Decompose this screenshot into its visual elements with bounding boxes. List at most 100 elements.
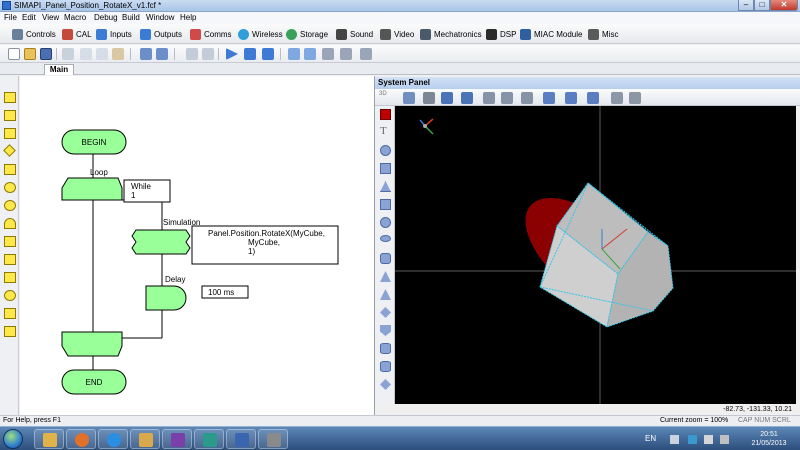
side-view-icon[interactable] <box>565 92 577 104</box>
stop-icon[interactable] <box>262 48 274 60</box>
menu-macro[interactable]: Macro <box>64 13 86 22</box>
volume-icon[interactable] <box>720 435 729 444</box>
macro-call-icon[interactable] <box>4 236 16 247</box>
flowchart-canvas[interactable]: BEGIN Loop While 1 Simulation Panel.Posi… <box>20 76 374 415</box>
print-icon[interactable] <box>62 48 74 60</box>
new-file-icon[interactable] <box>8 48 20 60</box>
zoom-region-icon[interactable] <box>461 92 473 104</box>
taskbar-flowcode[interactable] <box>226 429 256 449</box>
chip-icon[interactable] <box>202 48 214 60</box>
decision-icon[interactable] <box>3 144 16 157</box>
add-icon[interactable] <box>403 92 415 104</box>
settings-icon[interactable] <box>611 92 623 104</box>
redo-icon[interactable] <box>156 48 168 60</box>
clock[interactable]: 20:51 21/05/2013 <box>745 430 793 448</box>
select-icon[interactable] <box>441 92 453 104</box>
comms-button[interactable]: Comms <box>190 27 232 41</box>
simulation-icon[interactable] <box>4 272 16 283</box>
square-icon[interactable] <box>380 163 391 174</box>
color-swatch[interactable] <box>380 109 391 120</box>
controls-button[interactable]: Controls <box>12 27 56 41</box>
mechatronics-button[interactable]: Mechatronics <box>420 27 482 41</box>
c-code-icon[interactable] <box>4 308 16 319</box>
maximize-button[interactable]: □ <box>754 0 770 11</box>
language-indicator[interactable]: EN <box>645 434 656 443</box>
connection-icon[interactable] <box>4 200 16 211</box>
tab-main[interactable]: Main <box>44 64 74 75</box>
text-tool-icon[interactable]: T <box>380 125 387 137</box>
simulation-block[interactable] <box>131 229 191 255</box>
diamond-icon[interactable] <box>380 307 391 318</box>
taskbar-chart-app[interactable] <box>258 429 288 449</box>
close-button[interactable]: ✕ <box>770 0 798 11</box>
taskbar-firefox[interactable] <box>66 429 96 449</box>
cube-view-icon[interactable] <box>587 92 599 104</box>
disc-icon[interactable] <box>380 235 391 242</box>
cube-icon[interactable] <box>380 199 391 210</box>
circle-icon[interactable] <box>380 145 391 156</box>
minimize-button[interactable]: – <box>738 0 754 11</box>
taskbar-app[interactable] <box>162 429 192 449</box>
menu-file[interactable]: File <box>4 13 17 22</box>
copy-icon[interactable] <box>96 48 108 60</box>
menu-window[interactable]: Window <box>146 13 174 22</box>
loop-end-block[interactable] <box>61 331 123 357</box>
wireless-button[interactable]: Wireless <box>238 27 283 41</box>
run-icon[interactable] <box>226 48 238 60</box>
taskbar-file-manager[interactable] <box>130 429 160 449</box>
step-out-icon[interactable] <box>322 48 334 60</box>
flag-icon[interactable] <box>704 435 713 444</box>
misc-button[interactable]: Misc <box>588 27 618 41</box>
loop-start-block[interactable] <box>61 177 123 201</box>
taskbar-internet-explorer[interactable] <box>98 429 128 449</box>
breakpoint-icon[interactable] <box>340 48 352 60</box>
cal-button[interactable]: CAL <box>62 27 92 41</box>
undo-icon[interactable] <box>140 48 152 60</box>
inputs-button[interactable]: Inputs <box>96 27 132 41</box>
octahedron-icon[interactable] <box>380 379 391 390</box>
outputs-button[interactable]: Outputs <box>140 27 182 41</box>
taskbar-publisher[interactable] <box>194 429 224 449</box>
sphere-icon[interactable] <box>380 217 391 228</box>
storage-button[interactable]: Storage <box>286 27 328 41</box>
menu-edit[interactable]: Edit <box>22 13 36 22</box>
menu-build[interactable]: Build <box>122 13 140 22</box>
sound-button[interactable]: Sound <box>336 27 373 41</box>
cut-icon[interactable] <box>80 48 92 60</box>
delay-icon[interactable] <box>4 128 16 139</box>
delay-block[interactable] <box>145 285 187 311</box>
component-macro-icon[interactable] <box>4 254 16 265</box>
menu-help[interactable]: Help <box>180 13 196 22</box>
triangle-icon[interactable] <box>380 181 391 192</box>
comment-icon[interactable] <box>4 326 16 337</box>
interrupt-icon[interactable] <box>4 290 16 301</box>
open-folder-icon[interactable] <box>24 48 36 60</box>
pause-icon[interactable] <box>244 48 256 60</box>
step-into-icon[interactable] <box>288 48 300 60</box>
loop-icon[interactable] <box>4 218 16 229</box>
input-icon[interactable] <box>4 92 16 103</box>
network-icon[interactable] <box>688 435 697 444</box>
pencil-icon[interactable] <box>423 92 435 104</box>
menu-view[interactable]: View <box>42 13 59 22</box>
compile-icon[interactable] <box>186 48 198 60</box>
save-icon[interactable] <box>40 48 52 60</box>
menu-debug[interactable]: Debug <box>94 13 118 22</box>
dsp-button[interactable]: DSP <box>486 27 516 41</box>
calculation-icon[interactable] <box>4 182 16 193</box>
tube-icon[interactable] <box>380 253 391 264</box>
cylinder-icon[interactable] <box>380 343 391 354</box>
move-icon[interactable] <box>483 92 495 104</box>
output-icon[interactable] <box>4 110 16 121</box>
properties-icon[interactable] <box>629 92 641 104</box>
video-button[interactable]: Video <box>380 27 414 41</box>
camera-icon[interactable] <box>501 92 513 104</box>
3d-viewport[interactable] <box>395 106 796 404</box>
step-over-icon[interactable] <box>304 48 316 60</box>
tray-arrow-icon[interactable] <box>670 435 679 444</box>
shield-icon[interactable] <box>380 325 391 336</box>
front-view-icon[interactable] <box>543 92 555 104</box>
rotate-view-icon[interactable] <box>521 92 533 104</box>
cone-icon[interactable] <box>380 271 391 282</box>
taskbar-explorer[interactable] <box>34 429 64 449</box>
